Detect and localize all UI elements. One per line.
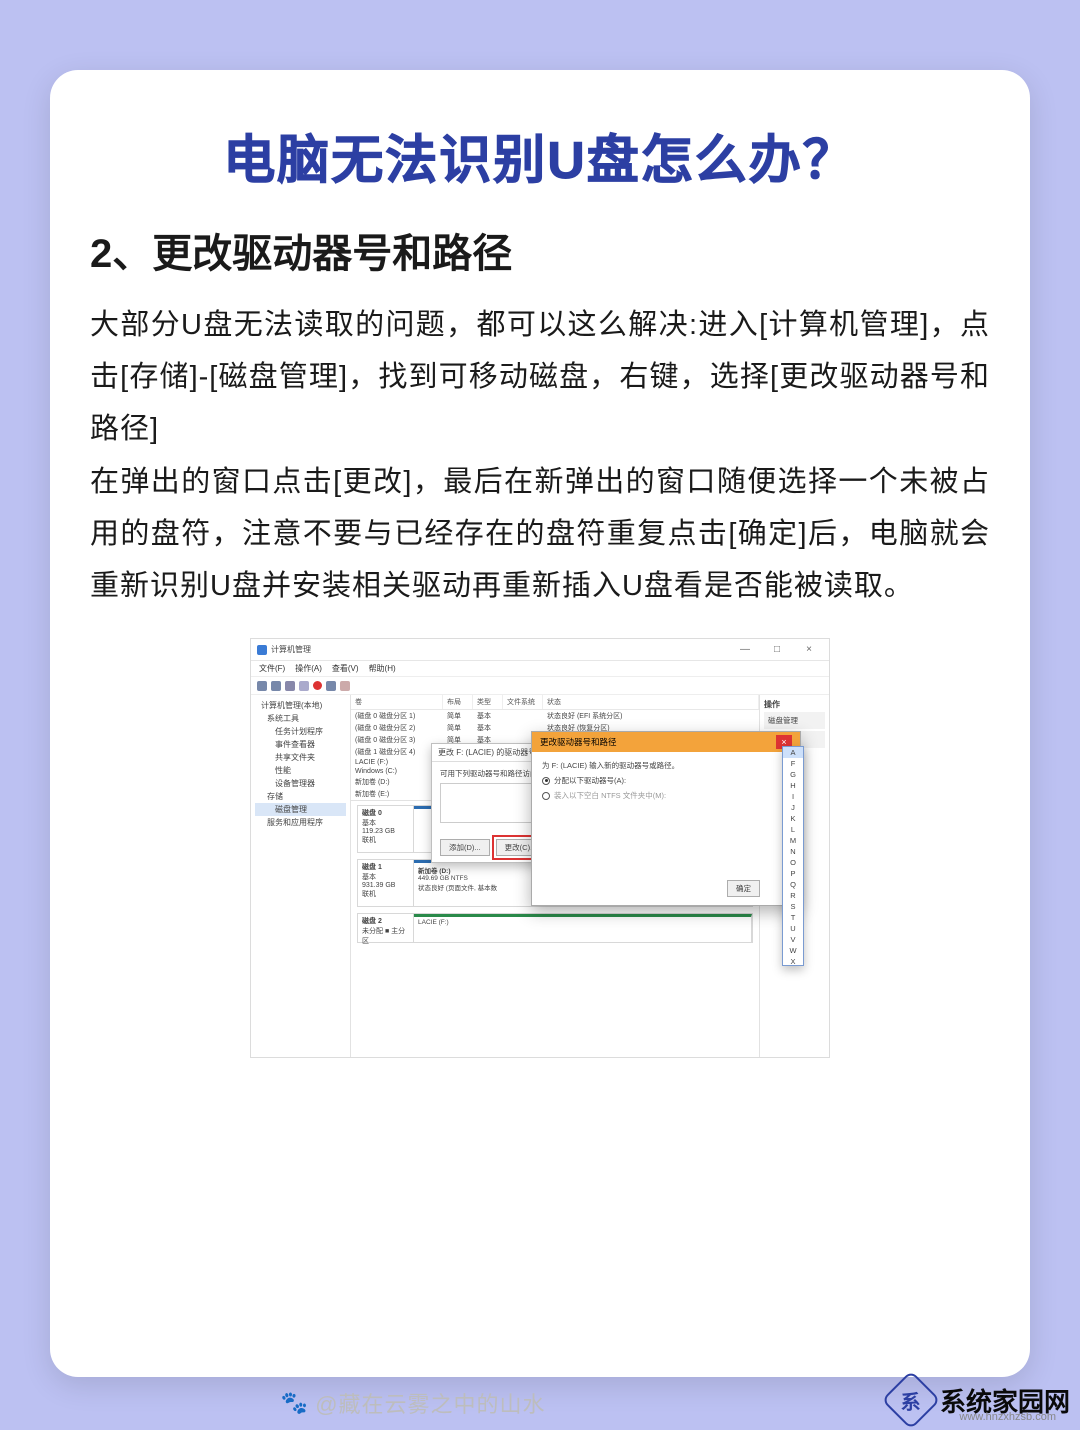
dialog-title: 更改驱动器号和路径 × [532,732,800,752]
dropdown-option[interactable]: W [783,945,803,956]
dropdown-option[interactable]: X [783,956,803,966]
dropdown-option[interactable]: M [783,835,803,846]
toolbar-icon[interactable] [340,681,350,691]
toolbar-icon[interactable] [271,681,281,691]
maximize-icon[interactable]: □ [763,643,791,657]
dropdown-option[interactable]: U [783,923,803,934]
dropdown-option[interactable]: S [783,901,803,912]
dropdown-option[interactable]: V [783,934,803,945]
radio-mount-folder[interactable]: 装入以下空白 NTFS 文件夹中(M): [542,790,790,801]
col-header: 类型 [473,695,503,709]
dialog-text: 为 F: (LACIE) 输入新的驱动器号或路径。 [542,760,790,771]
dropdown-option[interactable]: N [783,846,803,857]
col-header: 状态 [543,695,759,709]
menu-view[interactable]: 查看(V) [332,663,359,674]
disk-label: 磁盘 1 基本 931.39 GB 联机 [358,860,414,906]
dialog-assign-letter: 更改驱动器号和路径 × 为 F: (LACIE) 输入新的驱动器号或路径。 分配… [531,731,801,906]
add-button[interactable]: 添加(D)... [440,839,490,856]
dropdown-option[interactable]: A [783,747,803,758]
site-logo-icon: 系 [881,1370,940,1429]
radio-icon [542,777,550,785]
volume-row[interactable]: (磁盘 0 磁盘分区 1)简单基本状态良好 (EFI 系统分区) [351,710,759,722]
toolbar-icon[interactable] [326,681,336,691]
site-url: www.hnzxhzsb.com [959,1411,1056,1423]
tree-item[interactable]: 存储 [255,790,346,803]
nav-tree: 计算机管理(本地) 系统工具 任务计划程序 事件查看器 共享文件夹 性能 设备管… [251,695,351,1057]
actions-header: 操作 [764,699,825,710]
tree-item-selected[interactable]: 磁盘管理 [255,803,346,816]
tree-root[interactable]: 计算机管理(本地) [255,699,346,712]
menu-bar: 文件(F) 操作(A) 查看(V) 帮助(H) [251,661,829,677]
partition[interactable]: LACIE (F:) [414,914,752,942]
dropdown-option[interactable]: K [783,813,803,824]
dropdown-option[interactable]: O [783,857,803,868]
col-header: 卷 [351,695,443,709]
content-card: 电脑无法识别U盘怎么办？ 2、更改驱动器号和路径 大部分U盘无法读取的问题，都可… [50,70,1030,1377]
drive-letter-dropdown[interactable]: AFGHIJKLMNOPQRSTUVWXYZ [782,746,804,966]
ok-button[interactable]: 确定 [727,880,760,897]
toolbar-icon[interactable] [257,681,267,691]
radio-assign-letter[interactable]: 分配以下驱动器号(A): [542,775,790,786]
paw-icon: 🐾 [281,1390,309,1416]
app-icon [257,645,267,655]
dropdown-option[interactable]: Q [783,879,803,890]
embedded-screenshot: 计算机管理 — □ × 文件(F) 操作(A) 查看(V) 帮助(H) 计算机管… [250,638,830,1058]
dropdown-option[interactable]: H [783,780,803,791]
toolbar-icon[interactable] [285,681,295,691]
col-header: 文件系统 [503,695,543,709]
radio-icon [542,792,550,800]
window-title: 计算机管理 [271,644,311,655]
watermark-author: 🐾 @藏在云雾之中的山水 [281,1387,546,1419]
close-icon[interactable]: × [795,643,823,657]
window-titlebar: 计算机管理 — □ × [251,639,829,661]
dropdown-option[interactable]: J [783,802,803,813]
menu-file[interactable]: 文件(F) [259,663,285,674]
tree-item[interactable]: 性能 [255,764,346,777]
dropdown-option[interactable]: F [783,758,803,769]
dropdown-option[interactable]: T [783,912,803,923]
tree-item[interactable]: 系统工具 [255,712,346,725]
main-title: 电脑无法识别U盘怎么办？ [90,118,990,193]
disk-row: 磁盘 2 未分配 ■ 主分区 LACIE (F:) [357,913,753,943]
toolbar-icon[interactable] [313,681,322,690]
actions-item[interactable]: 磁盘管理 [764,712,825,729]
tree-item[interactable]: 设备管理器 [255,777,346,790]
dropdown-option[interactable]: P [783,868,803,879]
watermark-site: 系 系统家园网 www.hnzxhzsb.com [890,1379,1070,1421]
dropdown-option[interactable]: G [783,769,803,780]
minimize-icon[interactable]: — [731,643,759,657]
tree-item[interactable]: 任务计划程序 [255,725,346,738]
disk-label: 磁盘 0 基本 119.23 GB 联机 [358,806,414,852]
main-pane: 卷 布局 类型 文件系统 状态 (磁盘 0 磁盘分区 1)简单基本状态良好 (E… [351,695,759,1057]
dropdown-option[interactable]: I [783,791,803,802]
col-header: 布局 [443,695,473,709]
dropdown-option[interactable]: R [783,890,803,901]
tree-item[interactable]: 共享文件夹 [255,751,346,764]
disk-label: 磁盘 2 未分配 ■ 主分区 [358,914,414,942]
tree-item[interactable]: 事件查看器 [255,738,346,751]
menu-help[interactable]: 帮助(H) [369,663,396,674]
volume-list-header: 卷 布局 类型 文件系统 状态 [351,695,759,710]
menu-action[interactable]: 操作(A) [295,663,322,674]
toolbar-icon[interactable] [299,681,309,691]
body-paragraph: 大部分U盘无法读取的问题，都可以这么解决:进入[计算机管理]，点击[存储]-[磁… [90,299,990,612]
dropdown-option[interactable]: L [783,824,803,835]
tree-item[interactable]: 服务和应用程序 [255,816,346,829]
section-title: 2、更改驱动器号和路径 [90,221,990,279]
tool-bar [251,677,829,695]
